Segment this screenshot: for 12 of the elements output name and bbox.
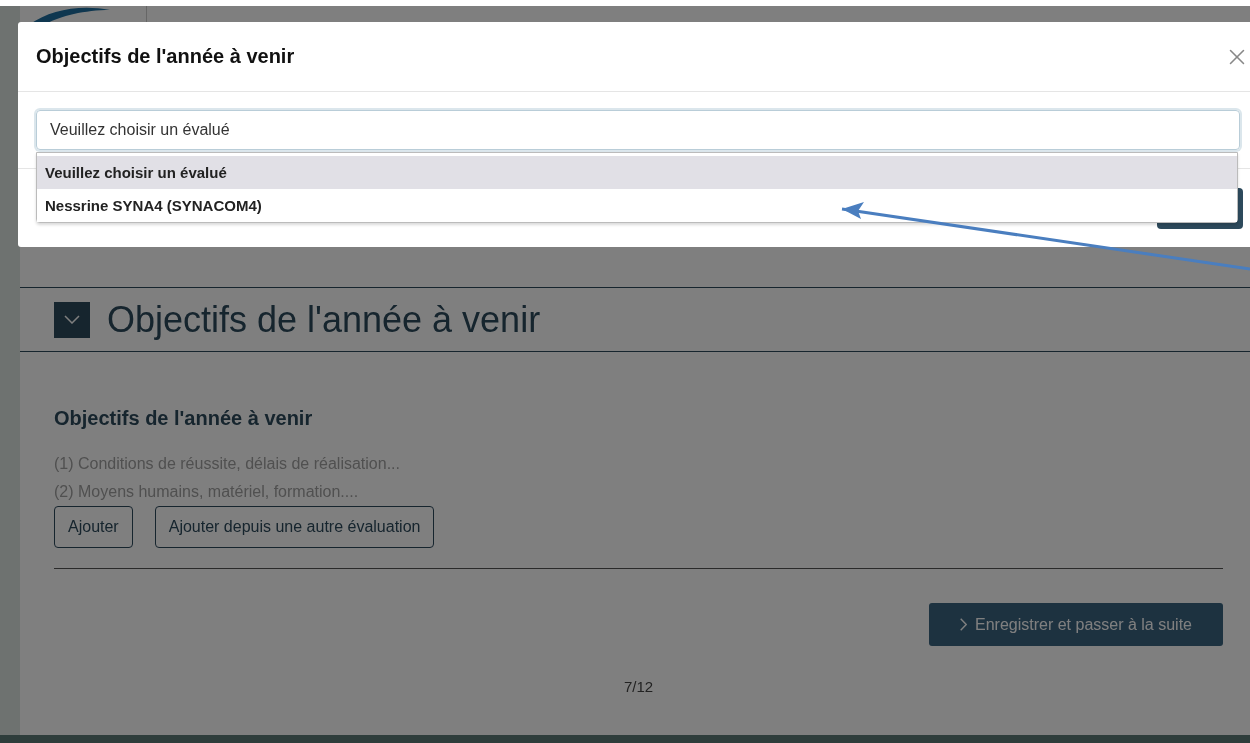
- modal-title: Objectifs de l'année à venir: [36, 45, 295, 68]
- chevron-down-icon: [64, 315, 80, 324]
- select-field[interactable]: Veuillez choisir un évalué: [36, 110, 1240, 150]
- dropdown-option[interactable]: Veuillez choisir un évalué: [37, 156, 1237, 189]
- page-counter: 7/12: [623, 678, 654, 695]
- add-button[interactable]: Ajouter depuis une autre évaluation: [154, 506, 435, 548]
- add-button[interactable]: Ajouter: [54, 506, 133, 548]
- chevron-right-icon: [960, 618, 967, 631]
- section-title: Objectifs de l'année à venir: [107, 298, 541, 341]
- collapse-toggle[interactable]: [54, 301, 90, 338]
- dropdown-option[interactable]: Nessrine SYNA4 (SYNACOM4): [37, 189, 1237, 222]
- subsection-title: Objectifs de l'année à venir: [54, 407, 314, 430]
